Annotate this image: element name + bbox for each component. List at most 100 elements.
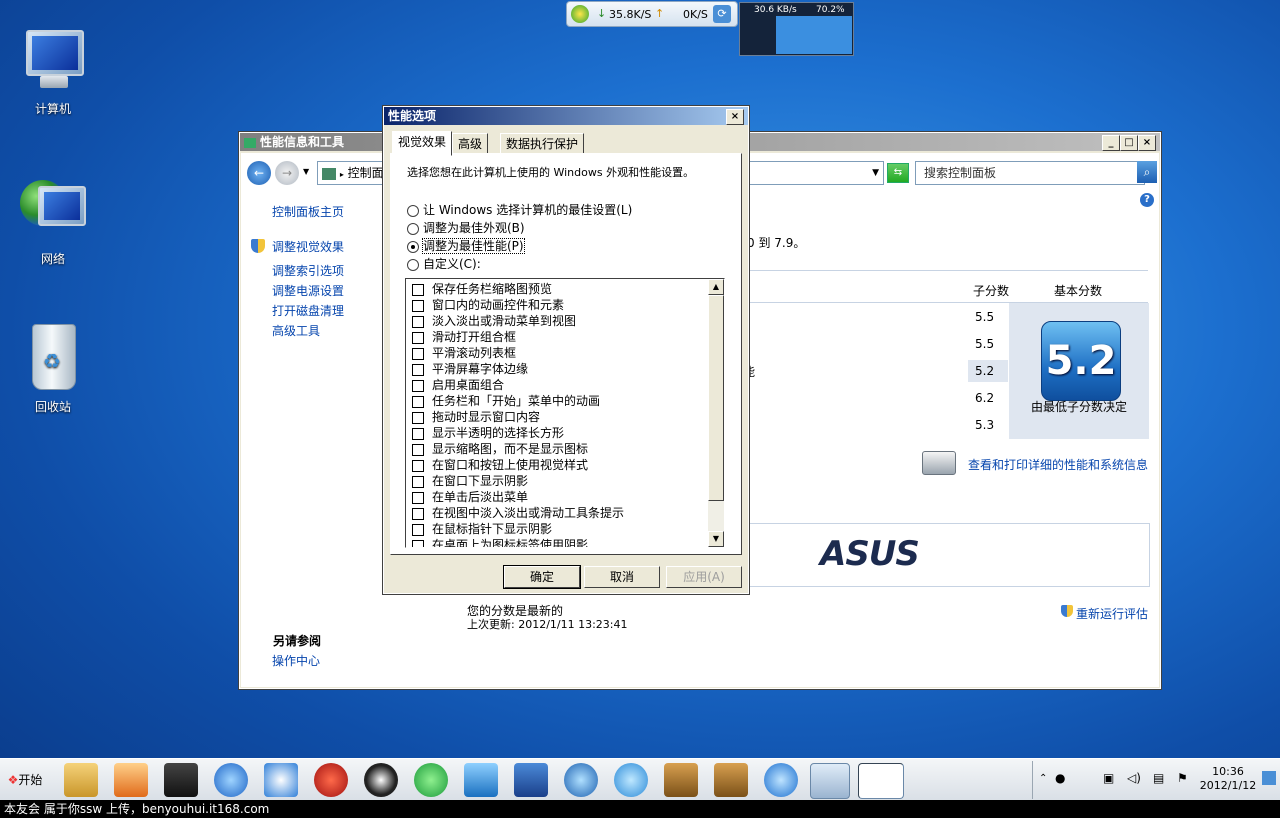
checkbox[interactable] — [412, 379, 424, 392]
checkbox[interactable] — [412, 331, 424, 344]
checkbox[interactable] — [412, 507, 424, 520]
address-dropdown-icon[interactable]: ▼ — [872, 162, 879, 184]
checklist-item[interactable]: 在鼠标指针下显示阴影 — [412, 521, 552, 537]
tab-advanced[interactable]: 高级 — [452, 133, 489, 155]
dialog-titlebar[interactable]: 性能选项 — [384, 107, 748, 125]
bird-app-icon[interactable] — [464, 763, 498, 797]
checkbox[interactable] — [412, 523, 424, 536]
tab-visual-effects[interactable]: 视觉效果 — [392, 131, 453, 156]
sync-tray-icon[interactable]: ▣ — [1103, 771, 1114, 785]
desktop-icon-network[interactable]: 网络 — [8, 176, 98, 267]
video-player-icon[interactable] — [414, 763, 448, 797]
volume-icon[interactable]: ◁) — [1127, 771, 1141, 785]
show-desktop-button[interactable] — [1262, 771, 1276, 785]
back-button[interactable]: ← — [247, 161, 271, 185]
scroll-up-icon[interactable]: ▲ — [708, 279, 724, 295]
maximize-button[interactable]: □ — [1120, 135, 1138, 151]
flag-icon[interactable]: ⚑ — [1177, 771, 1188, 785]
radio-best-appearance[interactable]: 调整为最佳外观(B) — [407, 220, 525, 236]
checklist-item[interactable]: 任务栏和「开始」菜单中的动画 — [412, 393, 600, 409]
checklist-item[interactable]: 在桌面上为图标标签使用阴影 — [412, 537, 588, 547]
ok-button[interactable]: 确定 — [503, 565, 581, 589]
address-bar[interactable]: ▸ 控制面 — [317, 161, 389, 185]
control-panel-taskbar-icon[interactable] — [810, 763, 850, 799]
effects-checklist[interactable]: 保存任务栏缩略图预览 窗口内的动画控件和元素 淡入淡出或滑动菜单到视图 滑动打开… — [405, 278, 725, 548]
checklist-item[interactable]: 启用桌面组合 — [412, 377, 504, 393]
checklist-item[interactable]: 滑动打开组合框 — [412, 329, 516, 345]
sync-icon[interactable] — [564, 763, 598, 797]
sidebar-link-indexing[interactable]: 调整索引选项 — [272, 262, 344, 279]
desktop-icon-recycle-bin[interactable]: 回收站 — [8, 324, 98, 415]
performance-taskbar-icon[interactable] — [858, 763, 904, 799]
desktop-icon-computer[interactable]: 计算机 — [8, 26, 98, 117]
apply-button[interactable]: 应用(A) — [666, 566, 742, 588]
checklist-item[interactable]: 淡入淡出或滑动菜单到视图 — [412, 313, 576, 329]
clock[interactable]: 10:36 2012/1/12 — [1198, 765, 1258, 793]
explorer-icon[interactable] — [64, 763, 98, 797]
refresh-button[interactable]: ⇆ — [887, 163, 909, 183]
net-speed-widget[interactable]: ↓ 35.8K/S ↑ 0K/S ⟳ — [566, 1, 738, 27]
radio-let-windows-choose[interactable]: 让 Windows 选择计算机的最佳设置(L) — [407, 202, 632, 218]
scroll-down-icon[interactable]: ▼ — [708, 531, 724, 547]
action-center-link[interactable]: 操作中心 — [272, 652, 320, 669]
radio-custom[interactable]: 自定义(C): — [407, 256, 481, 272]
forward-button[interactable]: → — [275, 161, 299, 185]
checkbox[interactable] — [412, 443, 424, 456]
checklist-item[interactable]: 在窗口和按钮上使用视觉样式 — [412, 457, 588, 473]
checkbox[interactable] — [412, 459, 424, 472]
checklist-item[interactable]: 在窗口下显示阴影 — [412, 473, 528, 489]
nfs-game-icon[interactable] — [164, 763, 198, 797]
checkbox[interactable] — [412, 283, 424, 296]
checklist-item[interactable]: 显示缩略图，而不是显示图标 — [412, 441, 588, 457]
tray-expand-icon[interactable]: ⌃ — [1039, 773, 1047, 784]
scroll-thumb[interactable] — [708, 295, 724, 501]
history-dropdown-icon[interactable]: ▼ — [303, 167, 309, 176]
search-input[interactable]: 搜索控制面板 — [915, 161, 1145, 185]
package-icon[interactable] — [714, 763, 748, 797]
tab-dep[interactable]: 数据执行保护 — [500, 133, 585, 155]
address-bar-right[interactable]: ▼ — [749, 161, 884, 185]
checkbox[interactable] — [412, 363, 424, 376]
checkbox[interactable] — [412, 299, 424, 312]
sidebar-link-disk-cleanup[interactable]: 打开磁盘清理 — [272, 302, 344, 319]
checkbox[interactable] — [412, 491, 424, 504]
sidebar-link-visual-effects[interactable]: 调整视觉效果 — [272, 238, 344, 255]
internet-explorer-icon[interactable] — [764, 763, 798, 797]
minimize-button[interactable]: _ — [1102, 135, 1120, 151]
chat-bird-icon[interactable] — [614, 763, 648, 797]
checkbox[interactable] — [412, 315, 424, 328]
cancel-button[interactable]: 取消 — [584, 566, 660, 588]
print-details-link[interactable]: 查看和打印详细的性能和系统信息 — [968, 456, 1148, 473]
help-icon[interactable]: ? — [1140, 193, 1154, 207]
checkbox[interactable] — [412, 427, 424, 440]
checklist-item[interactable]: 保存任务栏缩略图预览 — [412, 281, 552, 297]
network-tray-icon[interactable]: ▤ — [1153, 771, 1164, 785]
refresh-icon[interactable]: ⟳ — [713, 5, 731, 23]
rerun-assessment-link[interactable]: 重新运行评估 — [1076, 605, 1148, 622]
close-button[interactable]: × — [1138, 135, 1156, 151]
checkbox[interactable] — [412, 395, 424, 408]
checkbox[interactable] — [412, 411, 424, 424]
sidebar-link-advanced-tools[interactable]: 高级工具 — [272, 322, 320, 339]
checkbox[interactable] — [412, 539, 424, 547]
search-icon[interactable]: ⌕ — [1137, 161, 1157, 183]
checklist-item[interactable]: 窗口内的动画控件和元素 — [412, 297, 564, 313]
dialog-close-button[interactable]: × — [726, 109, 744, 125]
checklist-item[interactable]: 显示半透明的选择长方形 — [412, 425, 564, 441]
checklist-item[interactable]: 平滑屏幕字体边缘 — [412, 361, 528, 377]
checkbox[interactable] — [412, 475, 424, 488]
sidebar-link-power[interactable]: 调整电源设置 — [272, 282, 344, 299]
checklist-item[interactable]: 平滑滚动列表框 — [412, 345, 516, 361]
browser-icon[interactable] — [214, 763, 248, 797]
iis-icon[interactable] — [514, 763, 548, 797]
checklist-scrollbar[interactable]: ▲ ▼ — [708, 279, 724, 547]
package-icon[interactable] — [664, 763, 698, 797]
checklist-item[interactable]: 在单击后淡出菜单 — [412, 489, 528, 505]
media-player-icon[interactable] — [114, 763, 148, 797]
crossfire-icon[interactable] — [314, 763, 348, 797]
qq-icon[interactable] — [364, 763, 398, 797]
radio-best-performance[interactable]: 调整为最佳性能(P) — [407, 238, 525, 254]
checklist-item[interactable]: 拖动时显示窗口内容 — [412, 409, 540, 425]
start-button[interactable]: ❖开始 — [2, 767, 48, 793]
music-player-icon[interactable] — [264, 763, 298, 797]
